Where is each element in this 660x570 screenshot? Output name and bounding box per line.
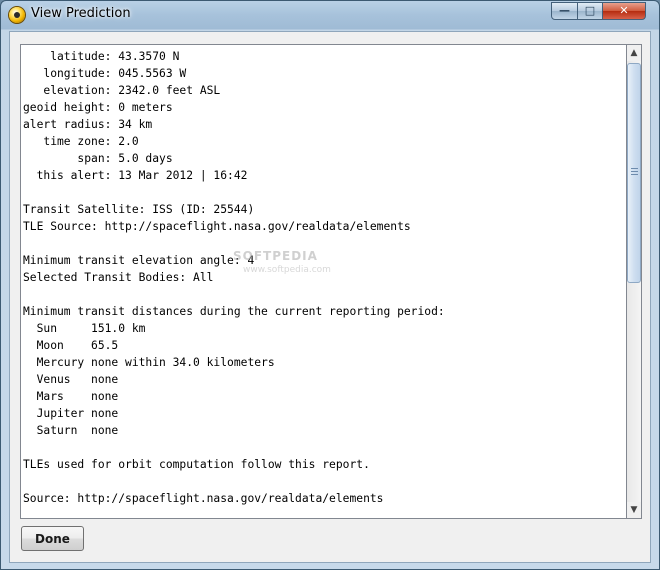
watermark-text: SOFTPEDIA xyxy=(233,249,318,263)
scrollbar-grip-icon xyxy=(631,168,638,176)
report-line: TLE Source: http://spaceflight.nasa.gov/… xyxy=(23,220,411,233)
done-button[interactable]: Done xyxy=(21,526,84,551)
report-line: elevation: 2342.0 feet ASL xyxy=(23,84,221,97)
report-line: Minimum transit distances during the cur… xyxy=(23,305,445,318)
report-line: this alert: 13 Mar 2012 | 16:42 xyxy=(23,169,248,182)
app-icon xyxy=(9,7,25,23)
maximize-button[interactable]: □ xyxy=(577,2,603,20)
report-text: latitude: 43.3570 N longitude: 045.5563 … xyxy=(21,45,626,507)
dialog-content: latitude: 43.3570 N longitude: 045.5563 … xyxy=(9,31,651,563)
report-line: latitude: 43.3570 N xyxy=(23,50,180,63)
title-bar[interactable]: View Prediction — □ ✕ xyxy=(1,1,659,29)
report-line: Venus none xyxy=(23,373,119,386)
report-line: Source: http://spaceflight.nasa.gov/real… xyxy=(23,492,384,505)
view-prediction-window: View Prediction — □ ✕ latitude: 43.3570 … xyxy=(0,0,660,570)
report-line: alert radius: 34 km xyxy=(23,118,153,131)
scroll-up-arrow-icon[interactable]: ▲ xyxy=(627,45,641,61)
report-line: Jupiter none xyxy=(23,407,119,420)
report-line: TLEs used for orbit computation follow t… xyxy=(23,458,370,471)
report-line: span: 5.0 days xyxy=(23,152,173,165)
window-title: View Prediction xyxy=(31,6,131,21)
report-line: Transit Satellite: ISS (ID: 25544) xyxy=(23,203,255,216)
scroll-down-arrow-icon[interactable]: ▼ xyxy=(627,502,641,518)
watermark-url: www.softpedia.com xyxy=(243,265,331,275)
report-line: Minimum transit elevation angle: 4 xyxy=(23,254,255,267)
minimize-button[interactable]: — xyxy=(551,2,578,20)
vertical-scrollbar[interactable]: ▲ ▼ xyxy=(626,44,642,519)
report-line: Selected Transit Bodies: All xyxy=(23,271,214,284)
report-line: Sun 151.0 km xyxy=(23,322,146,335)
prediction-report-textarea[interactable]: latitude: 43.3570 N longitude: 045.5563 … xyxy=(20,44,626,519)
report-line: Mars none xyxy=(23,390,119,403)
report-line: longitude: 045.5563 W xyxy=(23,67,187,80)
report-line: Moon 65.5 xyxy=(23,339,119,352)
close-button[interactable]: ✕ xyxy=(602,2,646,20)
scrollbar-thumb[interactable] xyxy=(627,63,641,283)
report-line: time zone: 2.0 xyxy=(23,135,139,148)
report-line: geoid height: 0 meters xyxy=(23,101,173,114)
report-line: Mercury none within 34.0 kilometers xyxy=(23,356,275,369)
report-line: Saturn none xyxy=(23,424,119,437)
